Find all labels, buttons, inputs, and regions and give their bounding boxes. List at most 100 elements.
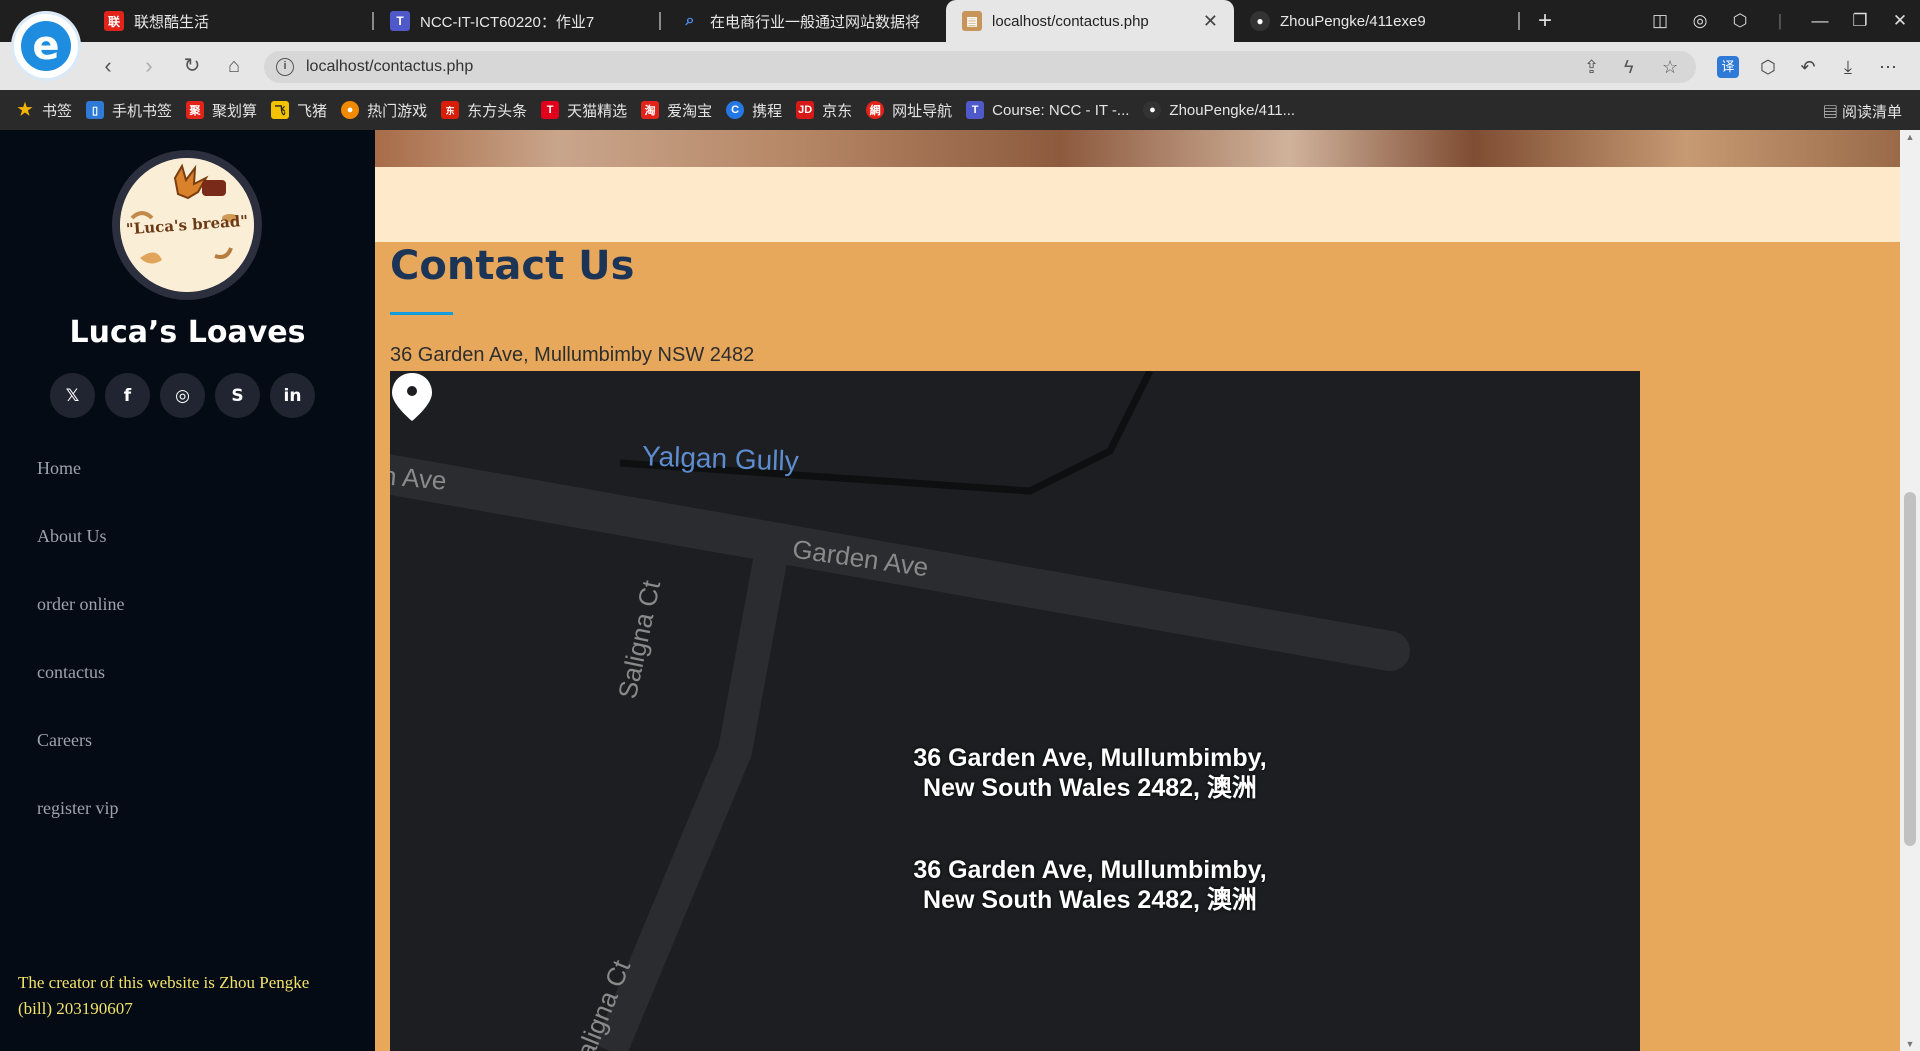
favorite-star-icon[interactable]: ☆ bbox=[1662, 57, 1678, 78]
bookmark-item[interactable]: 聚聚划算 bbox=[186, 100, 257, 121]
undo-icon[interactable]: ↶ bbox=[1788, 57, 1828, 78]
bookmark-item[interactable]: 飞飞猪 bbox=[271, 100, 327, 121]
bookmark-item[interactable]: ★ 书签 bbox=[16, 100, 72, 121]
sidebar-item-home[interactable]: Home bbox=[37, 458, 124, 526]
site-logo[interactable]: "Luca's bread" bbox=[112, 150, 262, 300]
close-icon[interactable]: ✕ bbox=[1203, 11, 1218, 32]
facebook-icon[interactable]: f bbox=[105, 373, 150, 418]
minimize-icon[interactable]: — bbox=[1800, 11, 1840, 31]
ctrip-icon: C bbox=[726, 101, 745, 119]
back-icon[interactable]: ‹ bbox=[94, 52, 122, 80]
address-bar[interactable]: i localhost/contactus.php ⇪ ϟ ☆ bbox=[264, 51, 1696, 83]
tab-contactus-active[interactable]: ▤ localhost/contactus.php ✕ bbox=[946, 0, 1234, 42]
bookmark-label: 手机书签 bbox=[112, 102, 173, 120]
twitter-icon[interactable]: 𝕏 bbox=[50, 373, 95, 418]
pin-label-line2: New South Wales 2482, 澳洲 bbox=[923, 774, 1257, 802]
new-tab-button[interactable]: + bbox=[1530, 6, 1560, 36]
tmall-icon: T bbox=[541, 101, 560, 119]
map-pin-icon[interactable] bbox=[390, 371, 434, 423]
bookmark-label: 京东 bbox=[822, 102, 853, 120]
tab-title: NCC-IT-ICT60220：作业7 bbox=[420, 13, 595, 31]
social-links: 𝕏 f ◎ S in bbox=[50, 373, 325, 418]
browser-logo-icon[interactable]: e bbox=[14, 14, 78, 78]
pin-label-line1: 36 Garden Ave, Mullumbimby, bbox=[913, 744, 1267, 772]
tab-search[interactable]: ⌕ 在电商行业一般通过网站数据将 bbox=[680, 0, 920, 42]
tab-separator bbox=[1518, 12, 1520, 30]
street-label-ave-fragment: n Ave bbox=[390, 460, 448, 496]
map-roads bbox=[390, 371, 1410, 1051]
incognito-icon[interactable]: ◎ bbox=[1680, 11, 1720, 31]
scrollbar-thumb[interactable] bbox=[1904, 492, 1916, 846]
bookmark-item[interactable]: 淘爱淘宝 bbox=[641, 100, 712, 121]
reading-list-icon: ▤ bbox=[1822, 104, 1842, 121]
map-pin-label-top: 36 Garden Ave, Mullumbimby, New South Wa… bbox=[890, 743, 1290, 803]
bookmark-label: 热门游戏 bbox=[367, 102, 428, 120]
juhuasuan-icon: 聚 bbox=[186, 101, 205, 119]
tab-separator bbox=[659, 12, 661, 30]
toolbar-icons: 译 ⬡ ↶ ⤓ ⋯ bbox=[1708, 51, 1908, 83]
scroll-down-icon[interactable]: ▼ bbox=[1900, 1039, 1920, 1049]
creator-credit: The creator of this website is Zhou Peng… bbox=[18, 973, 310, 1018]
bookmark-item[interactable]: T 天猫精选 bbox=[541, 100, 627, 121]
bookmark-item[interactable]: ● ZhouPengke/411... bbox=[1143, 101, 1295, 119]
hero-image bbox=[375, 130, 1900, 167]
puzzle-icon[interactable]: ⬡ bbox=[1748, 57, 1788, 78]
url-text[interactable]: localhost/contactus.php bbox=[306, 58, 473, 76]
bookmark-item[interactable]: 網网址导航 bbox=[866, 100, 952, 121]
brand-title[interactable]: Luca’s Loaves bbox=[0, 315, 375, 350]
jd-icon: JD bbox=[796, 101, 815, 119]
bookmark-item[interactable]: 东东方头条 bbox=[441, 100, 527, 121]
home-icon[interactable]: ⌂ bbox=[220, 52, 248, 80]
teams-icon: T bbox=[966, 101, 985, 119]
more-menu-icon[interactable]: ⋯ bbox=[1868, 57, 1908, 78]
tab-ncc[interactable]: T NCC-IT-ICT60220：作业7 bbox=[390, 0, 652, 42]
reading-list-button[interactable]: ▤ 阅读清单 bbox=[1823, 101, 1902, 122]
pin-label-line1: 36 Garden Ave, Mullumbimby, bbox=[913, 856, 1267, 884]
sidebar-item-register-vip[interactable]: register vip bbox=[37, 798, 124, 866]
tab-lenovo[interactable]: 联 联想酷生活 bbox=[104, 0, 368, 42]
linkedin-icon[interactable]: in bbox=[270, 373, 315, 418]
sidebar-toggle-icon[interactable]: ◫ bbox=[1640, 11, 1680, 31]
map-pin-label-bottom: 36 Garden Ave, Mullumbimby, New South Wa… bbox=[890, 855, 1290, 915]
tab-github[interactable]: ● ZhouPengke/411exe9 bbox=[1250, 0, 1510, 42]
sidebar-item-order-online[interactable]: order online bbox=[37, 594, 124, 662]
bookmark-item[interactable]: T Course: NCC - IT -... bbox=[966, 101, 1129, 119]
window-controls: ◫ ◎ ⬡ | — ❐ ✕ bbox=[1640, 0, 1920, 42]
bookmark-label: 书签 bbox=[42, 102, 73, 120]
translate-icon[interactable]: 译 bbox=[1717, 56, 1739, 78]
page-scrollbar[interactable]: ▲ ▼ bbox=[1900, 130, 1920, 1051]
embedded-map[interactable]: Yalgan Gully n Ave Garden Ave Saligna Ct… bbox=[390, 371, 1640, 1051]
close-window-icon[interactable]: ✕ bbox=[1880, 11, 1920, 31]
page-icon: ▤ bbox=[962, 11, 982, 31]
tab-title: localhost/contactus.php bbox=[992, 12, 1149, 30]
taobao-icon: 淘 bbox=[641, 101, 660, 119]
forward-icon[interactable]: › bbox=[135, 52, 163, 80]
flash-icon[interactable]: ϟ bbox=[1624, 57, 1634, 78]
dongfang-icon: 东 bbox=[441, 101, 460, 119]
tab-title: 联想酷生活 bbox=[134, 13, 210, 31]
bookmark-label: 东方头条 bbox=[467, 102, 528, 120]
sidebar-item-about-us[interactable]: About Us bbox=[37, 526, 124, 594]
skype-icon[interactable]: S bbox=[215, 373, 260, 418]
bookmarks-bar: ★ 书签 ▯ 手机书签 聚聚划算 飞飞猪 ● 热门游戏 东东方头条 T 天猫精选 淘爱淘… bbox=[0, 90, 1920, 130]
extensions-icon[interactable]: ⬡ bbox=[1720, 11, 1760, 31]
download-icon[interactable]: ⤓ bbox=[1828, 57, 1868, 78]
main-content: Contact Us 36 Garden Ave, Mullumbimby NS… bbox=[375, 130, 1900, 1051]
bookmark-item[interactable]: JD 京东 bbox=[796, 100, 852, 121]
bookmark-label: 飞猪 bbox=[297, 102, 328, 120]
reload-icon[interactable]: ↻ bbox=[178, 52, 206, 80]
scroll-up-icon[interactable]: ▲ bbox=[1900, 132, 1920, 142]
teams-icon: T bbox=[390, 11, 410, 31]
restore-icon[interactable]: ❐ bbox=[1840, 11, 1880, 31]
sidebar-item-contactus[interactable]: contactus bbox=[37, 662, 124, 730]
site-info-icon[interactable]: i bbox=[276, 58, 294, 76]
sidebar-item-careers[interactable]: Careers bbox=[37, 730, 124, 798]
instagram-icon[interactable]: ◎ bbox=[160, 373, 205, 418]
share-icon[interactable]: ⇪ bbox=[1584, 57, 1599, 78]
bookmark-item[interactable]: ● 热门游戏 bbox=[341, 100, 427, 121]
contact-address: 36 Garden Ave, Mullumbimby NSW 2482 bbox=[390, 344, 755, 366]
bookmark-item[interactable]: C 携程 bbox=[726, 100, 782, 121]
lenovo-icon: 联 bbox=[104, 11, 124, 31]
bookmark-item[interactable]: ▯ 手机书签 bbox=[86, 100, 172, 121]
tab-title: 在电商行业一般通过网站数据将 bbox=[710, 13, 920, 31]
